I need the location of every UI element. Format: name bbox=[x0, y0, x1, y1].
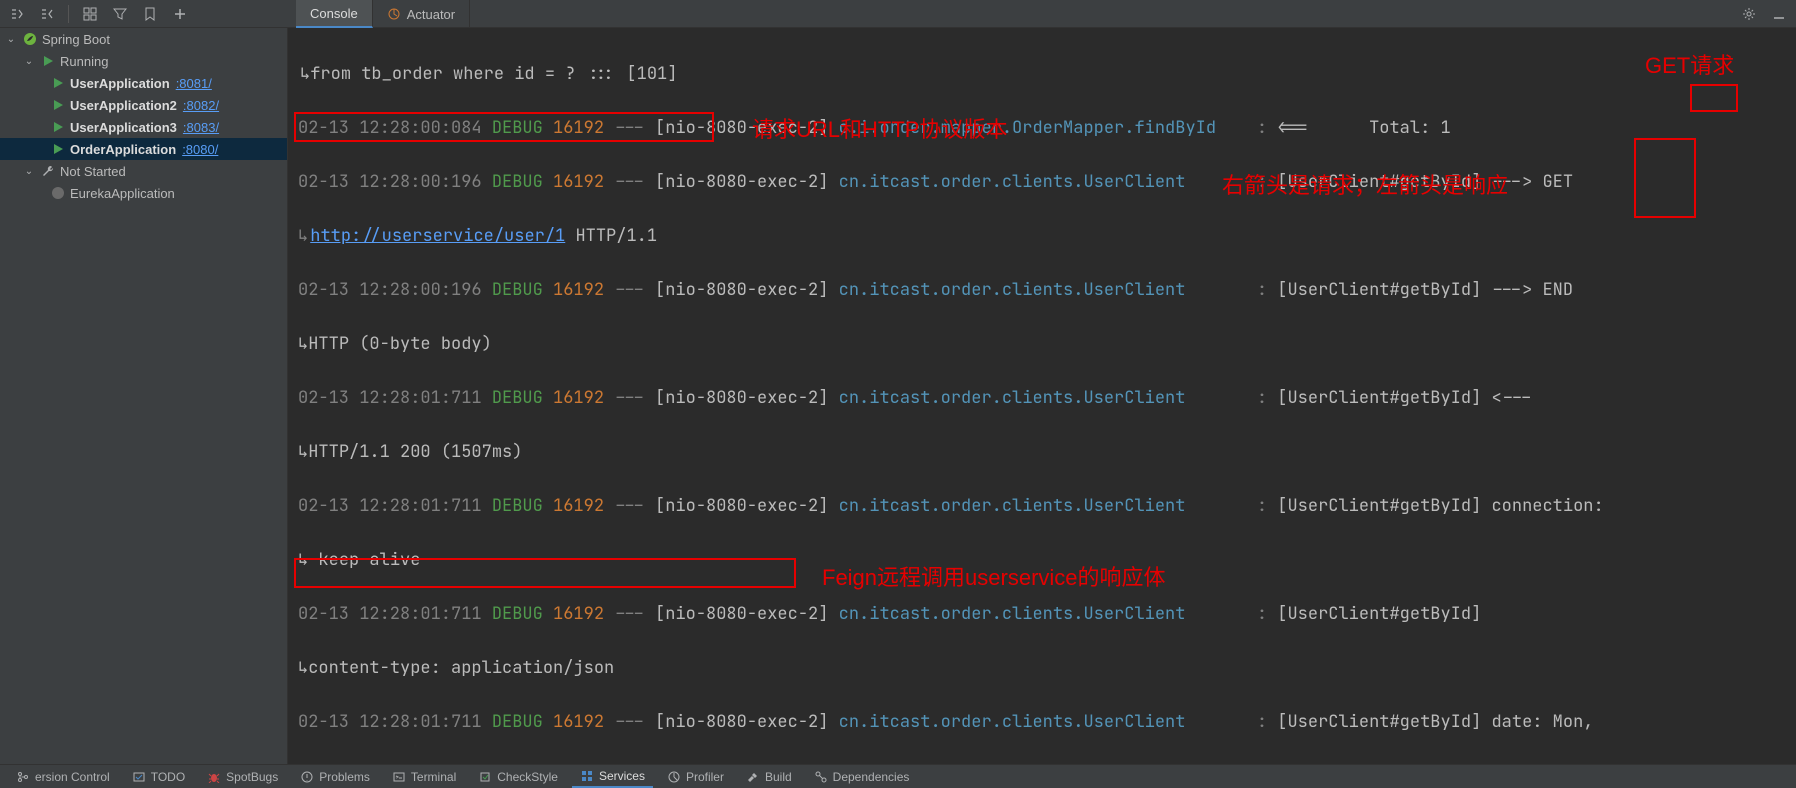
app-port-link[interactable]: :8081/ bbox=[176, 76, 212, 91]
minimize-icon[interactable] bbox=[1770, 5, 1788, 23]
app-name: EurekaApplication bbox=[70, 186, 175, 201]
play-icon bbox=[50, 75, 66, 91]
app-name: OrderApplication bbox=[70, 142, 176, 157]
status-todo[interactable]: TODO bbox=[124, 765, 193, 788]
app-name: UserApplication bbox=[70, 76, 170, 91]
tree-root-label: Spring Boot bbox=[42, 32, 110, 47]
status-version-control[interactable]: ersion Control bbox=[8, 765, 118, 788]
bookmark-icon[interactable] bbox=[141, 5, 159, 23]
request-url-link[interactable]: http://userservice/user/1 bbox=[310, 225, 565, 247]
status-spotbugs[interactable]: SpotBugs bbox=[199, 765, 286, 788]
tree-notstarted-label: Not Started bbox=[60, 164, 126, 179]
settings-icon[interactable] bbox=[1740, 5, 1758, 23]
tree-app-userapplication[interactable]: UserApplication :8081/ bbox=[0, 72, 287, 94]
chevron-down-icon: ⌄ bbox=[4, 34, 18, 45]
toolbar-divider bbox=[68, 5, 69, 23]
tree-group-notstarted[interactable]: ⌄ Not Started bbox=[0, 160, 287, 182]
console-output[interactable]: ↳from tb_order where id = ? ::: [101] 02… bbox=[288, 28, 1796, 764]
app-name: UserApplication3 bbox=[70, 120, 177, 135]
play-icon bbox=[50, 141, 66, 157]
tree-group-running[interactable]: ⌄ Running bbox=[0, 50, 287, 72]
terminal-icon bbox=[392, 770, 406, 784]
status-bar: ersion Control TODO SpotBugs Problems Te… bbox=[0, 764, 1796, 788]
tree-app-userapplication2[interactable]: UserApplication2 :8082/ bbox=[0, 94, 287, 116]
status-checkstyle[interactable]: CheckStyle bbox=[470, 765, 566, 788]
play-icon bbox=[50, 97, 66, 113]
play-icon bbox=[40, 53, 56, 69]
tree-app-userapplication3[interactable]: UserApplication3 :8083/ bbox=[0, 116, 287, 138]
chevron-down-icon: ⌄ bbox=[22, 166, 36, 177]
tree-expand-icon[interactable] bbox=[8, 5, 26, 23]
grid-icon[interactable] bbox=[81, 5, 99, 23]
spring-leaf-dim-icon bbox=[50, 185, 66, 201]
tree-app-eureka[interactable]: EurekaApplication bbox=[0, 182, 287, 204]
tree-running-label: Running bbox=[60, 54, 108, 69]
add-icon[interactable] bbox=[171, 5, 189, 23]
todo-icon bbox=[132, 770, 146, 784]
tab-console-label: Console bbox=[310, 6, 358, 21]
status-profiler[interactable]: Profiler bbox=[659, 765, 732, 788]
checkstyle-icon bbox=[478, 770, 492, 784]
tab-console[interactable]: Console bbox=[296, 0, 373, 28]
tree-app-orderapplication[interactable]: OrderApplication :8080/ bbox=[0, 138, 287, 160]
spring-leaf-icon bbox=[22, 31, 38, 47]
tree-root-spring-boot[interactable]: ⌄ Spring Boot bbox=[0, 28, 287, 50]
tree-collapse-icon[interactable] bbox=[38, 5, 56, 23]
warning-icon bbox=[300, 770, 314, 784]
profiler-icon bbox=[667, 770, 681, 784]
hammer-icon bbox=[746, 770, 760, 784]
status-build[interactable]: Build bbox=[738, 765, 800, 788]
tab-actuator-label: Actuator bbox=[407, 7, 455, 22]
filter-icon[interactable] bbox=[111, 5, 129, 23]
bug-icon bbox=[207, 770, 221, 784]
app-port-link[interactable]: :8080/ bbox=[182, 142, 218, 157]
services-tree: ⌄ Spring Boot ⌄ Running UserApplication … bbox=[0, 28, 288, 764]
status-services[interactable]: Services bbox=[572, 765, 653, 788]
app-port-link[interactable]: :8083/ bbox=[183, 120, 219, 135]
dependencies-icon bbox=[814, 770, 828, 784]
wrench-icon bbox=[40, 163, 56, 179]
status-problems[interactable]: Problems bbox=[292, 765, 378, 788]
chevron-down-icon: ⌄ bbox=[22, 56, 36, 67]
actuator-icon bbox=[387, 7, 401, 21]
status-dependencies[interactable]: Dependencies bbox=[806, 765, 918, 788]
status-terminal[interactable]: Terminal bbox=[384, 765, 464, 788]
branch-icon bbox=[16, 770, 30, 784]
app-port-link[interactable]: :8082/ bbox=[183, 98, 219, 113]
tab-actuator[interactable]: Actuator bbox=[373, 0, 470, 28]
services-icon bbox=[580, 769, 594, 783]
play-icon bbox=[50, 119, 66, 135]
app-name: UserApplication2 bbox=[70, 98, 177, 113]
